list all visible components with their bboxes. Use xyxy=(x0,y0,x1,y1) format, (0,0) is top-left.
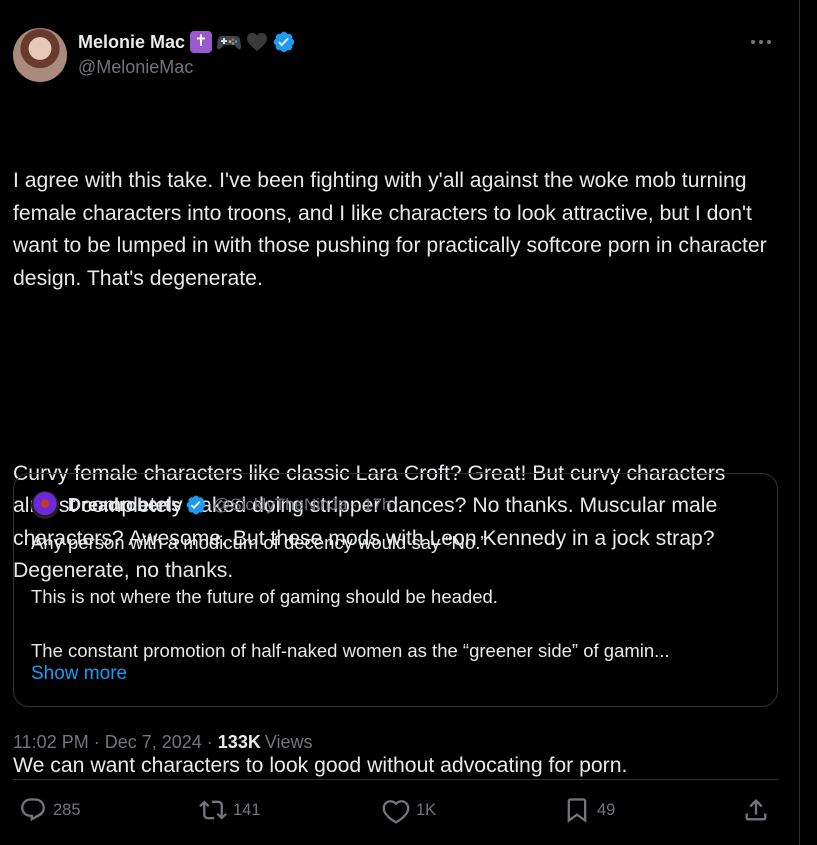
reply-button[interactable]: 285 xyxy=(19,792,81,828)
share-button[interactable] xyxy=(742,792,770,828)
meta-separator: · xyxy=(93,731,100,752)
verified-badge-icon xyxy=(186,495,206,515)
views-label: Views xyxy=(264,731,313,752)
share-icon xyxy=(745,799,767,821)
views-count: 133K xyxy=(217,731,261,752)
divider xyxy=(13,779,778,780)
quoted-line: This is not where the future of gaming s… xyxy=(31,586,498,607)
quoted-author-name: Dreadroberts xyxy=(68,494,182,515)
bookmark-button[interactable]: 49 xyxy=(563,792,615,828)
quoted-tweet-age: 17h xyxy=(363,495,392,514)
meta-separator: · xyxy=(352,495,359,514)
bookmark-icon xyxy=(567,798,587,823)
column-border xyxy=(799,0,800,845)
tweet-paragraph: We can want characters to look good with… xyxy=(13,754,628,777)
gamepad-emoji-icon xyxy=(217,31,242,53)
author-avatar[interactable] xyxy=(13,28,67,82)
tweet-meta: 11:02 PM · Dec 7, 2024 · 133K Views xyxy=(13,730,313,754)
tweet-time[interactable]: 11:02 PM xyxy=(13,732,89,753)
quoted-tweet-header: Dreadroberts @SicklyTheNinJa · 17h xyxy=(31,491,392,519)
like-count: 1K xyxy=(416,800,437,819)
like-button[interactable]: 1K xyxy=(382,792,436,828)
author-handle[interactable]: @MelonieMac xyxy=(78,57,193,78)
bookmark-count: 49 xyxy=(597,800,616,819)
show-more-link[interactable]: Show more xyxy=(31,663,127,685)
verified-badge-icon[interactable] xyxy=(272,30,296,54)
author-name-row: Melonie Mac ✝ xyxy=(78,30,296,54)
action-bar: 285 141 1K 49 xyxy=(13,792,778,828)
quoted-tweet-card[interactable]: Dreadroberts @SicklyTheNinJa · 17h Any p… xyxy=(13,473,778,707)
tweet-body: I agree with this take. I've been fighti… xyxy=(13,100,783,815)
meta-separator: · xyxy=(206,731,213,752)
quoted-author-avatar xyxy=(31,491,59,519)
more-options-button[interactable] xyxy=(747,28,775,56)
more-horizontal-icon xyxy=(751,40,771,44)
repost-button[interactable]: 141 xyxy=(199,792,261,828)
reply-icon xyxy=(21,798,45,822)
heart-icon xyxy=(382,800,410,824)
black-heart-emoji-icon xyxy=(246,31,268,53)
latin-cross-emoji-icon: ✝ xyxy=(190,31,213,53)
tweet-header: Melonie Mac ✝ @MelonieMac xyxy=(13,28,783,84)
repost-icon xyxy=(199,800,227,820)
quoted-line: The constant promotion of half-naked wom… xyxy=(31,640,670,661)
quoted-author-handle: @SicklyTheNinJa xyxy=(213,495,348,514)
quoted-line: Any person with a modicum of decency wou… xyxy=(31,532,487,553)
reply-count: 285 xyxy=(53,800,81,819)
author-name[interactable]: Melonie Mac xyxy=(78,32,185,53)
repost-count: 141 xyxy=(233,800,261,819)
quoted-tweet-body: Any person with a modicum of decency wou… xyxy=(31,529,766,664)
tweet-paragraph: I agree with this take. I've been fighti… xyxy=(13,169,773,290)
tweet-date[interactable]: Dec 7, 2024 xyxy=(105,732,202,753)
